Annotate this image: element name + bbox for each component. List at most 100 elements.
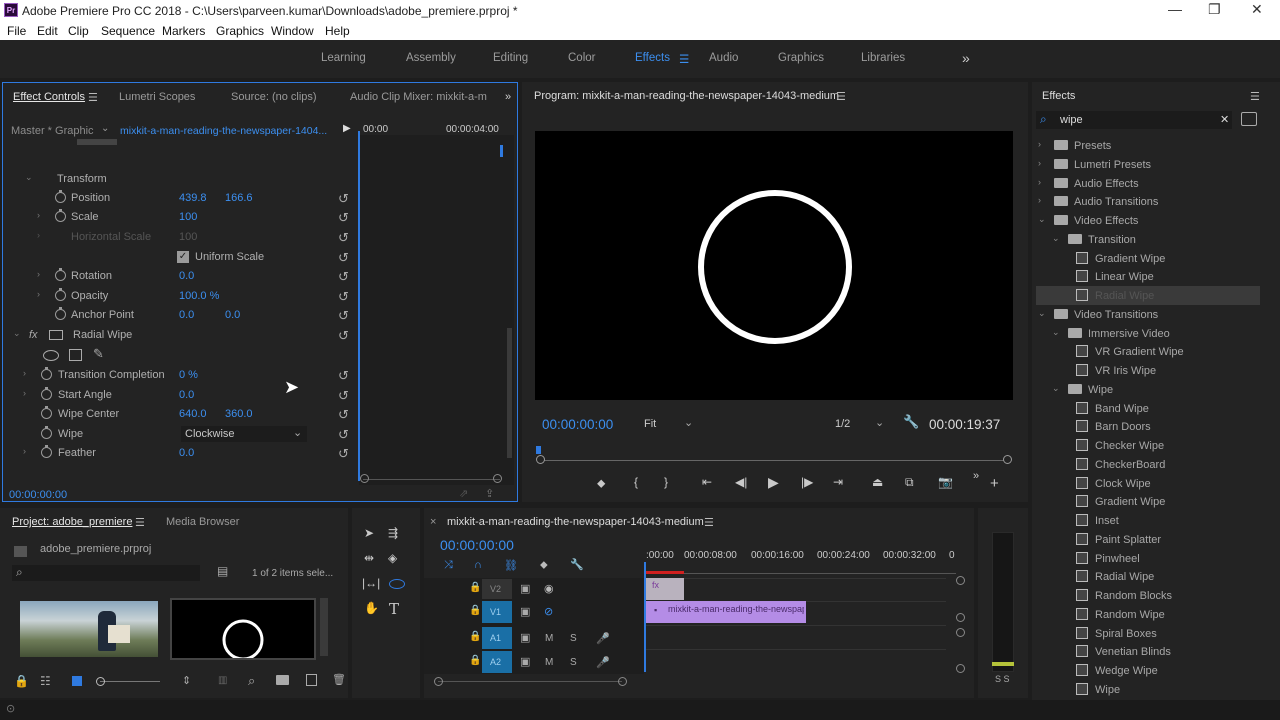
effects-tree-item[interactable]: Inset: [1036, 511, 1266, 530]
effects-tree-item[interactable]: › Presets: [1036, 136, 1266, 155]
effects-tree-item[interactable]: Radial Wipe: [1036, 286, 1260, 305]
expand-arrow-icon[interactable]: ⌄: [1038, 308, 1046, 319]
reset-icon[interactable]: ↺: [338, 407, 349, 423]
sequence-tab-title[interactable]: mixkit-a-man-reading-the-newspaper-14043…: [447, 516, 704, 528]
mark-in-icon[interactable]: {: [634, 475, 638, 489]
stopwatch-icon[interactable]: [41, 445, 52, 458]
effects-tree-item[interactable]: VR Gradient Wipe: [1036, 342, 1266, 361]
tab-audio-clip-mixer[interactable]: Audio Clip Mixer: mixkit-a-m: [350, 91, 487, 103]
tab-source[interactable]: Source: (no clips): [231, 91, 317, 103]
voiceover-icon[interactable]: 🎤: [596, 632, 610, 645]
workspace-editing[interactable]: Editing: [493, 52, 528, 64]
solo-icon[interactable]: S: [570, 657, 577, 668]
feather-value[interactable]: 0.0: [179, 447, 194, 459]
close-sequence-icon[interactable]: ×: [430, 516, 436, 528]
step-back-icon[interactable]: ◀|: [735, 475, 747, 489]
fx-toggle-icon[interactable]: fx: [29, 329, 38, 341]
video-clip-thumbnail[interactable]: [20, 601, 158, 657]
workspace-audio[interactable]: Audio: [709, 52, 738, 64]
effects-tree-item[interactable]: CheckerBoard: [1036, 455, 1266, 474]
effects-tree-item[interactable]: ⌄ Transition: [1036, 230, 1266, 249]
type-tool-icon[interactable]: T: [389, 600, 399, 618]
ec-zoom-bar[interactable]: [363, 479, 500, 480]
solo-icon[interactable]: S: [570, 633, 577, 644]
project-scrollbar[interactable]: [320, 598, 328, 656]
add-marker-icon[interactable]: ⬥: [540, 559, 548, 572]
more-controls-icon[interactable]: »: [973, 470, 979, 482]
effects-tree-item[interactable]: › Audio Effects: [1036, 174, 1266, 193]
clear-search-icon[interactable]: ✕: [1220, 113, 1229, 126]
go-to-out-icon[interactable]: ⇥: [833, 475, 843, 489]
rotation-value[interactable]: 0.0: [179, 270, 194, 282]
menu-file[interactable]: File: [7, 24, 26, 38]
effects-tree-item[interactable]: Checker Wipe: [1036, 436, 1266, 455]
stopwatch-icon[interactable]: [41, 426, 52, 439]
effects-tree-item[interactable]: Radial Wipe: [1036, 567, 1266, 586]
expand-arrow-icon[interactable]: ›: [1038, 139, 1041, 149]
program-time-ruler[interactable]: [540, 460, 1008, 461]
workspace-effects[interactable]: Effects: [635, 52, 670, 64]
panel-menu-icon[interactable]: ☰: [135, 516, 145, 529]
reset-icon[interactable]: ↺: [338, 191, 349, 207]
wipe-center-x-value[interactable]: 640.0: [179, 408, 207, 420]
transform-section[interactable]: ⌄ Transform: [3, 170, 358, 188]
reset-icon[interactable]: ↺: [338, 210, 349, 226]
panel-menu-icon[interactable]: ☰: [836, 90, 846, 103]
voiceover-icon[interactable]: 🎤: [596, 656, 610, 669]
nest-icon[interactable]: ⤨: [444, 559, 453, 572]
reset-icon[interactable]: ↺: [338, 230, 349, 246]
workspace-color[interactable]: Color: [568, 52, 595, 64]
graphic-clip-v2[interactable]: fx: [646, 578, 684, 600]
tab-effect-controls[interactable]: Effect Controls: [13, 91, 85, 103]
menu-clip[interactable]: Clip: [68, 24, 89, 38]
step-forward-icon[interactable]: |▶: [801, 475, 813, 489]
sync-lock-icon[interactable]: ▣: [520, 631, 530, 644]
video-clip-v1[interactable]: ▪ mixkit-a-man-reading-the-newspaper: [646, 601, 806, 623]
program-zoom-handle-left[interactable]: [536, 455, 545, 464]
transition-completion-value[interactable]: 0 %: [179, 369, 198, 381]
expand-arrow-icon[interactable]: ›: [37, 289, 40, 299]
stopwatch-icon[interactable]: [55, 190, 66, 203]
hand-tool-icon[interactable]: ✋: [364, 601, 379, 615]
transform-box-icon[interactable]: [49, 330, 63, 340]
panel-menu-icon[interactable]: ☰: [88, 91, 98, 104]
expand-arrow-icon[interactable]: ›: [23, 368, 26, 378]
source-select[interactable]: Master * Graphic: [11, 125, 94, 137]
stopwatch-icon[interactable]: [55, 288, 66, 301]
effects-tree-item[interactable]: Barn Doors: [1036, 417, 1266, 436]
effects-tree-item[interactable]: ⌄ Video Effects: [1036, 211, 1266, 230]
lock-track-icon[interactable]: 🔒: [469, 655, 481, 666]
filter-icon[interactable]: ⇗: [459, 487, 468, 500]
wipe-direction-select[interactable]: Clockwise ⌄: [181, 426, 307, 442]
scale-value[interactable]: 100: [179, 211, 197, 223]
effects-tree-item[interactable]: Linear Wipe: [1036, 267, 1266, 286]
track-scroll-handle[interactable]: [956, 664, 965, 673]
expand-arrow-icon[interactable]: ⌄: [1052, 383, 1060, 394]
trash-icon[interactable]: 🗑: [332, 673, 346, 686]
ellipse-tool-icon[interactable]: [389, 579, 405, 589]
stopwatch-icon[interactable]: [55, 268, 66, 281]
thumbnail-size-slider[interactable]: [100, 681, 160, 682]
mark-out-icon[interactable]: }: [664, 475, 668, 489]
uniform-scale-checkbox[interactable]: ✓: [177, 251, 189, 263]
wrench-icon[interactable]: 🔧: [903, 414, 919, 430]
lock-track-icon[interactable]: 🔒: [469, 631, 481, 642]
icon-view-icon[interactable]: [72, 676, 82, 686]
effects-search-field[interactable]: ⌕ wipe ✕: [1036, 111, 1232, 129]
reset-icon[interactable]: ↺: [338, 269, 349, 285]
effects-tree-item[interactable]: › Lumetri Presets: [1036, 155, 1266, 174]
effects-tree-item[interactable]: Pinwheel: [1036, 549, 1266, 568]
timeline-ruler[interactable]: [646, 566, 956, 574]
program-monitor-title[interactable]: Program: mixkit-a-man-reading-the-newspa…: [534, 90, 839, 102]
settings-wrench-icon[interactable]: 🔧: [570, 558, 584, 571]
sync-lock-icon[interactable]: ▣: [520, 605, 530, 618]
rectangle-mask-icon[interactable]: [69, 349, 82, 361]
play-icon[interactable]: ▶: [768, 474, 779, 491]
effects-tree-item[interactable]: Band Wipe: [1036, 399, 1266, 418]
effects-tree-item[interactable]: Clock Wipe: [1036, 474, 1266, 493]
effects-tree-item[interactable]: Random Wipe: [1036, 605, 1266, 624]
ec-timecode[interactable]: 00:00:00:00: [9, 489, 67, 501]
program-timecode[interactable]: 00:00:00:00: [542, 417, 613, 432]
ripple-edit-tool-icon[interactable]: ⇹: [364, 551, 374, 565]
lift-icon[interactable]: ⏏: [872, 475, 883, 489]
